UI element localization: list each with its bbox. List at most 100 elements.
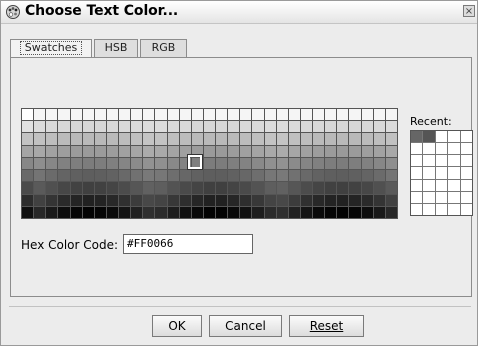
swatch-cell[interactable] <box>179 133 191 145</box>
swatch-cell[interactable] <box>106 170 119 182</box>
swatch-cell[interactable] <box>373 133 385 145</box>
swatch-cell[interactable] <box>240 157 252 170</box>
swatch-cell[interactable] <box>70 109 82 121</box>
swatch-cell[interactable] <box>325 121 337 133</box>
recent-swatch-cell[interactable] <box>411 167 423 179</box>
swatch-cell[interactable] <box>240 194 252 206</box>
swatch-cell[interactable] <box>46 206 58 218</box>
recent-swatch-cell[interactable] <box>411 155 423 167</box>
swatch-cell[interactable] <box>46 145 58 157</box>
swatch-cell[interactable] <box>361 170 373 182</box>
swatch-cell[interactable] <box>22 206 34 218</box>
swatch-cell[interactable] <box>385 121 397 133</box>
swatch-cell[interactable] <box>252 121 264 133</box>
swatch-cell[interactable] <box>119 121 131 133</box>
swatch-cell[interactable] <box>179 170 191 182</box>
swatch-cell[interactable] <box>46 121 58 133</box>
swatch-cell[interactable] <box>82 182 94 194</box>
recent-swatch-cell[interactable] <box>448 203 460 215</box>
swatch-cell[interactable] <box>179 182 191 194</box>
swatch-cell[interactable] <box>34 182 46 194</box>
swatch-cell[interactable] <box>131 170 143 182</box>
swatch-cell[interactable] <box>94 182 106 194</box>
swatch-cell[interactable] <box>70 194 82 206</box>
swatch-cell[interactable] <box>349 133 361 145</box>
swatch-cell[interactable] <box>22 145 34 157</box>
swatch-cell[interactable] <box>337 109 349 121</box>
swatch-cell[interactable] <box>94 206 106 218</box>
swatch-cell[interactable] <box>106 157 119 170</box>
swatch-cell[interactable] <box>240 109 252 121</box>
swatch-cell[interactable] <box>373 194 385 206</box>
swatch-cell[interactable] <box>228 109 240 121</box>
recent-swatch-cell[interactable] <box>435 191 448 203</box>
swatch-cell[interactable] <box>361 157 373 170</box>
swatch-cell[interactable] <box>228 170 240 182</box>
swatch-cell[interactable] <box>361 133 373 145</box>
recent-swatch-cell[interactable] <box>448 143 460 155</box>
swatch-cell[interactable] <box>119 133 131 145</box>
swatch-cell[interactable] <box>313 145 325 157</box>
swatch-cell[interactable] <box>313 194 325 206</box>
recent-swatch-cell[interactable] <box>411 191 423 203</box>
swatch-cell[interactable] <box>276 170 288 182</box>
swatch-cell[interactable] <box>300 206 313 218</box>
swatch-cell[interactable] <box>167 182 179 194</box>
swatch-cell[interactable] <box>70 121 82 133</box>
recent-swatch-cell[interactable] <box>460 167 472 179</box>
swatch-cell[interactable] <box>252 170 264 182</box>
swatch-cell[interactable] <box>216 194 228 206</box>
swatch-cell[interactable] <box>179 206 191 218</box>
swatch-cell[interactable] <box>252 157 264 170</box>
swatch-cell[interactable] <box>119 109 131 121</box>
swatch-cell[interactable] <box>58 121 70 133</box>
swatch-cell[interactable] <box>34 157 46 170</box>
swatch-cell[interactable] <box>46 109 58 121</box>
swatch-cell[interactable] <box>22 194 34 206</box>
swatch-cell[interactable] <box>252 145 264 157</box>
swatch-cell[interactable] <box>119 206 131 218</box>
swatch-cell[interactable] <box>191 194 203 206</box>
swatch-cell[interactable] <box>22 133 34 145</box>
swatch-cell[interactable] <box>155 157 167 170</box>
swatch-cell[interactable] <box>191 109 203 121</box>
swatch-cell[interactable] <box>288 121 300 133</box>
swatch-cell[interactable] <box>143 121 155 133</box>
swatch-cell[interactable] <box>22 170 34 182</box>
swatch-cell[interactable] <box>119 170 131 182</box>
recent-swatch-cell[interactable] <box>448 131 460 143</box>
swatch-grid[interactable] <box>21 108 398 219</box>
swatch-cell[interactable] <box>46 194 58 206</box>
swatch-cell[interactable] <box>325 145 337 157</box>
swatch-cell[interactable] <box>70 133 82 145</box>
recent-swatch-cell[interactable] <box>411 203 423 215</box>
swatch-cell[interactable] <box>264 194 276 206</box>
swatch-cell[interactable] <box>349 109 361 121</box>
swatch-cell[interactable] <box>94 170 106 182</box>
tab-rgb[interactable]: RGB <box>140 39 187 57</box>
swatch-cell[interactable] <box>385 206 397 218</box>
swatch-cell[interactable] <box>361 121 373 133</box>
swatch-cell[interactable] <box>94 194 106 206</box>
swatch-cell[interactable] <box>34 194 46 206</box>
swatch-cell[interactable] <box>288 194 300 206</box>
recent-swatch-cell[interactable] <box>460 155 472 167</box>
swatch-cell[interactable] <box>361 109 373 121</box>
swatch-cell[interactable] <box>143 133 155 145</box>
swatch-cell[interactable] <box>300 170 313 182</box>
swatch-cell[interactable] <box>167 109 179 121</box>
swatch-cell[interactable] <box>385 145 397 157</box>
recent-swatch-cell[interactable] <box>423 143 435 155</box>
swatch-cell[interactable] <box>22 182 34 194</box>
swatch-cell[interactable] <box>94 133 106 145</box>
swatch-cell[interactable] <box>349 145 361 157</box>
swatch-cell[interactable] <box>94 145 106 157</box>
swatch-cell[interactable] <box>325 194 337 206</box>
swatch-cell[interactable] <box>167 145 179 157</box>
swatch-cell[interactable] <box>264 133 276 145</box>
swatch-cell[interactable] <box>300 157 313 170</box>
swatch-cell[interactable] <box>264 170 276 182</box>
recent-swatch-cell[interactable] <box>448 191 460 203</box>
swatch-cell[interactable] <box>131 206 143 218</box>
swatch-cell[interactable] <box>373 145 385 157</box>
